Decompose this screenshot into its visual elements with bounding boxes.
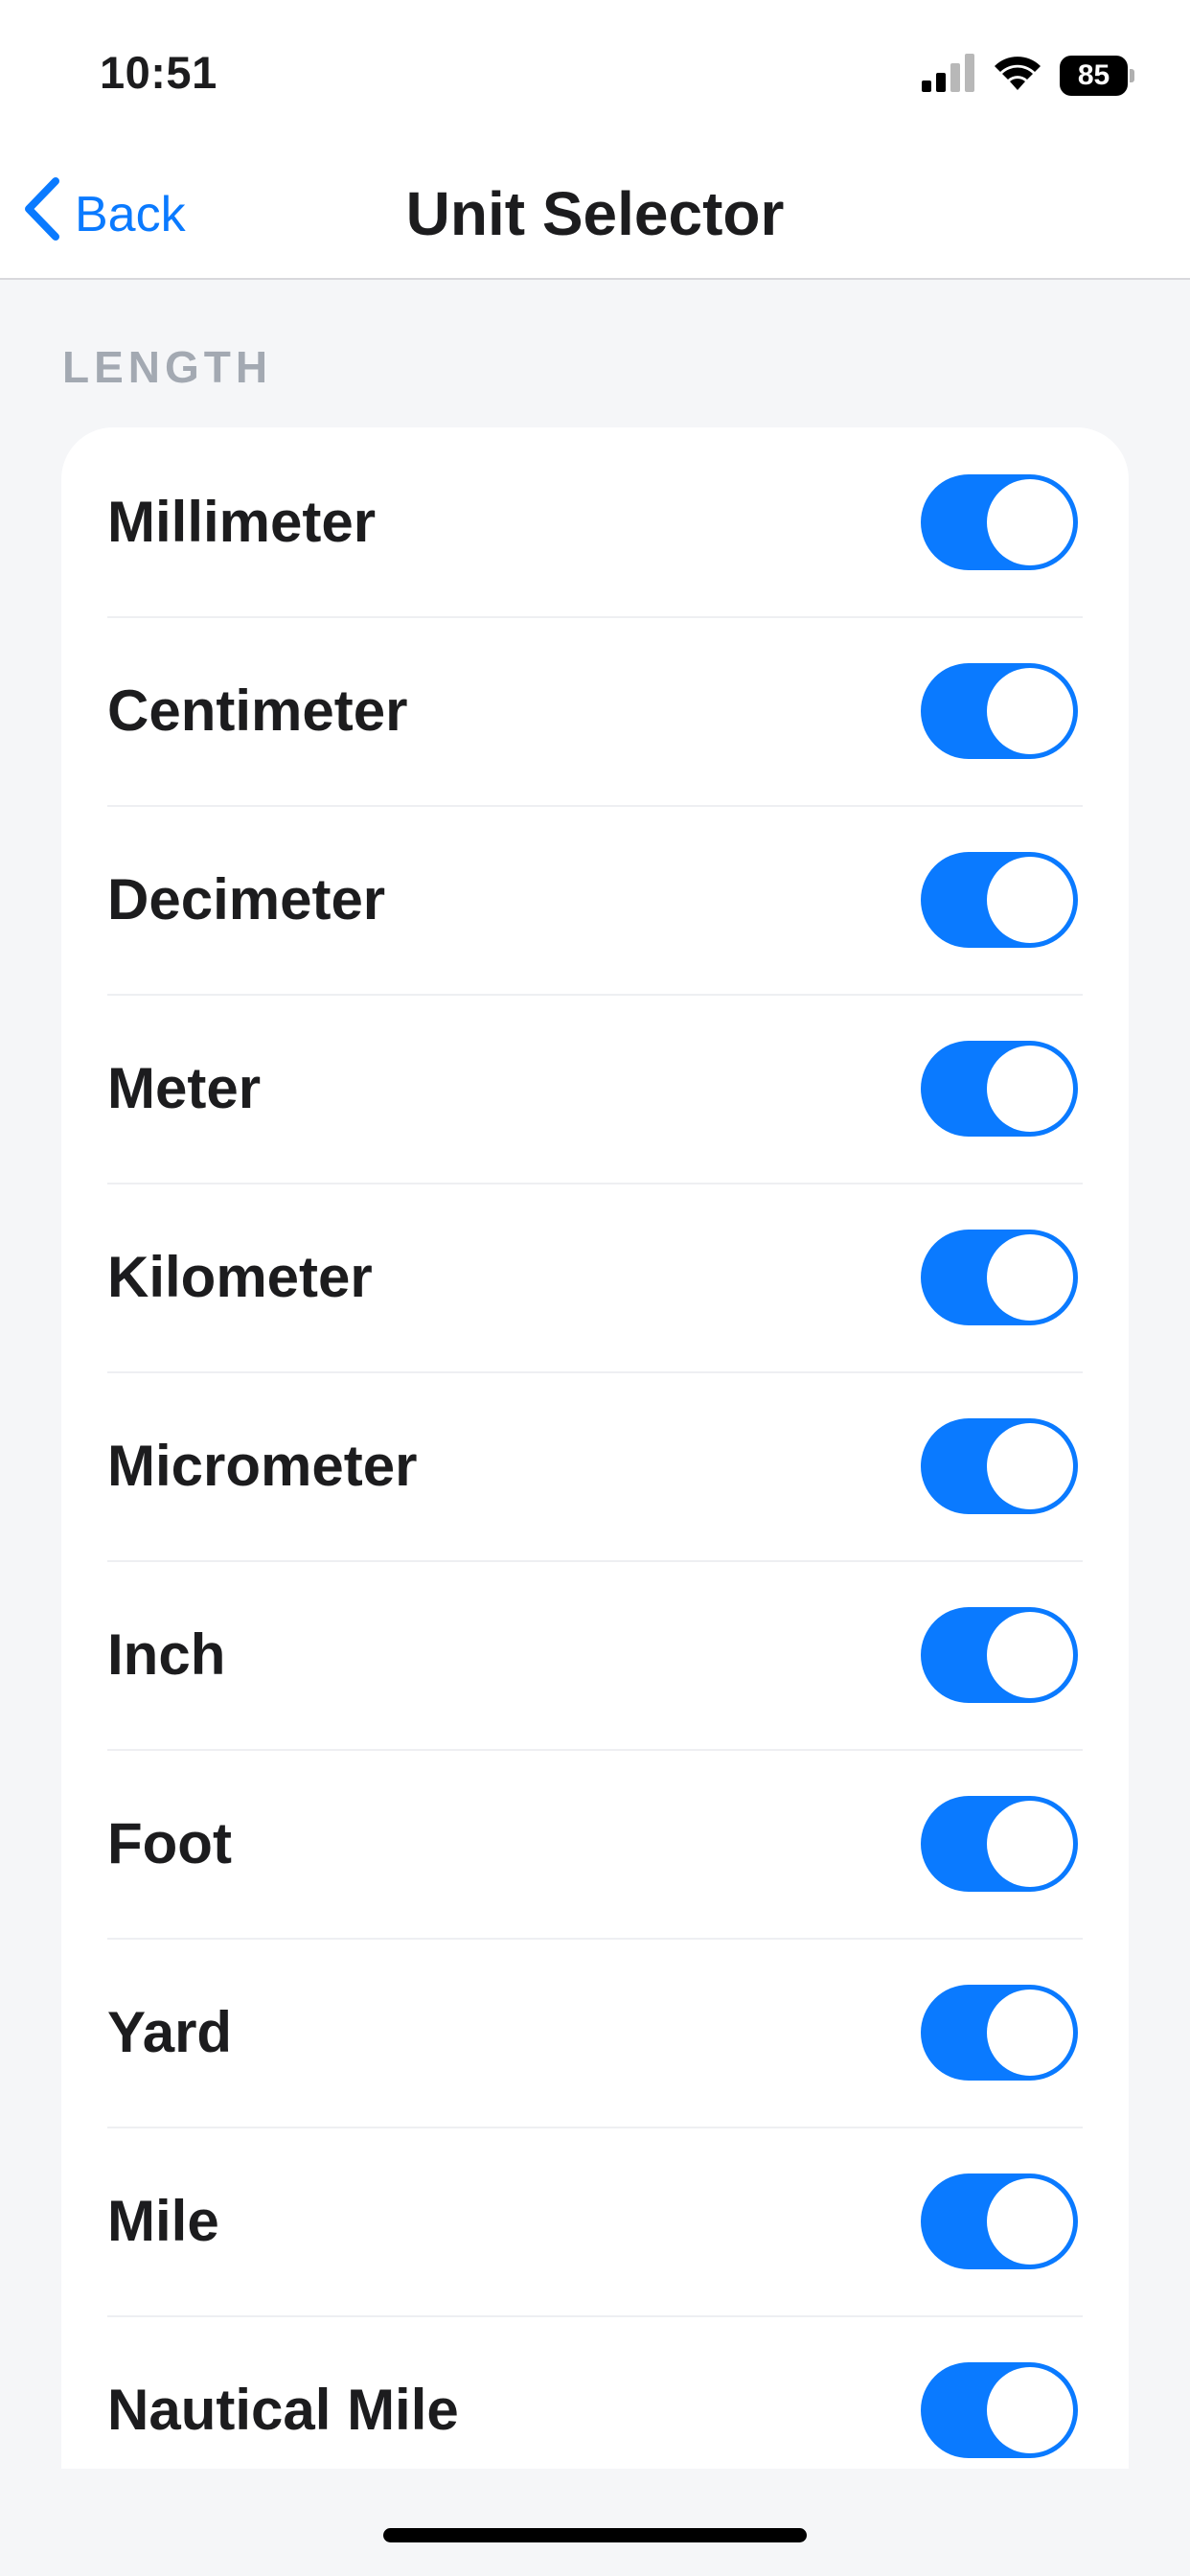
toggle-knob [987, 1422, 1073, 1509]
toggle-knob [987, 856, 1073, 943]
unit-row-mile: Mile [61, 2127, 1129, 2315]
unit-label: Mile [107, 2189, 219, 2253]
unit-row-micrometer: Micrometer [61, 1371, 1129, 1560]
yard-toggle[interactable] [921, 1984, 1078, 2081]
toggle-knob [987, 478, 1073, 565]
navigation-bar: Back Unit Selector [0, 153, 1190, 280]
foot-toggle[interactable] [921, 1795, 1078, 1892]
home-indicator[interactable] [383, 2528, 807, 2542]
page-title: Unit Selector [405, 179, 785, 248]
unit-label: Centimeter [107, 678, 408, 743]
unit-label: Nautical Mile [107, 2378, 459, 2442]
battery-level: 85 [1060, 55, 1129, 96]
inch-toggle[interactable] [921, 1606, 1078, 1703]
unit-row-nautical-mile: Nautical Mile [61, 2315, 1129, 2469]
status-time: 10:51 [100, 47, 217, 98]
battery-cap [1130, 68, 1134, 82]
unit-label: Decimeter [107, 867, 386, 932]
unit-row-decimeter: Decimeter [61, 805, 1129, 994]
meter-toggle[interactable] [921, 1040, 1078, 1137]
toggle-knob [987, 1989, 1073, 2076]
signal-icon [922, 54, 975, 97]
toggle-knob [987, 1045, 1073, 1132]
unit-row-inch: Inch [61, 1560, 1129, 1749]
toggle-knob [987, 667, 1073, 754]
unit-row-centimeter: Centimeter [61, 616, 1129, 805]
battery-icon: 85 [1060, 55, 1134, 96]
unit-row-meter: Meter [61, 994, 1129, 1183]
unit-row-millimeter: Millimeter [61, 427, 1129, 616]
unit-label: Inch [107, 1622, 226, 1687]
unit-row-foot: Foot [61, 1749, 1129, 1938]
unit-label: Yard [107, 2000, 233, 2064]
nautical-mile-toggle[interactable] [921, 2361, 1078, 2458]
mile-toggle[interactable] [921, 2173, 1078, 2269]
unit-label: Micrometer [107, 1434, 418, 1498]
unit-row-kilometer: Kilometer [61, 1183, 1129, 1371]
units-list: Millimeter Centimeter Decimeter Meter Ki… [61, 427, 1129, 2469]
unit-label: Meter [107, 1056, 262, 1120]
micrometer-toggle[interactable] [921, 1417, 1078, 1514]
status-icons: 85 [922, 54, 1134, 97]
wifi-icon [993, 54, 1042, 97]
toggle-knob [987, 2366, 1073, 2453]
section-header-length: LENGTH [62, 342, 273, 392]
toggle-knob [987, 1611, 1073, 1698]
toggle-knob [987, 1233, 1073, 1321]
decimeter-toggle[interactable] [921, 851, 1078, 948]
unit-label: Foot [107, 1811, 232, 1875]
toggle-knob [987, 1800, 1073, 1887]
centimeter-toggle[interactable] [921, 662, 1078, 759]
toggle-knob [987, 2177, 1073, 2265]
status-bar: 10:51 85 [0, 0, 1190, 153]
kilometer-toggle[interactable] [921, 1229, 1078, 1325]
unit-label: Millimeter [107, 490, 377, 554]
unit-label: Kilometer [107, 1245, 373, 1309]
unit-row-yard: Yard [61, 1938, 1129, 2127]
millimeter-toggle[interactable] [921, 473, 1078, 570]
